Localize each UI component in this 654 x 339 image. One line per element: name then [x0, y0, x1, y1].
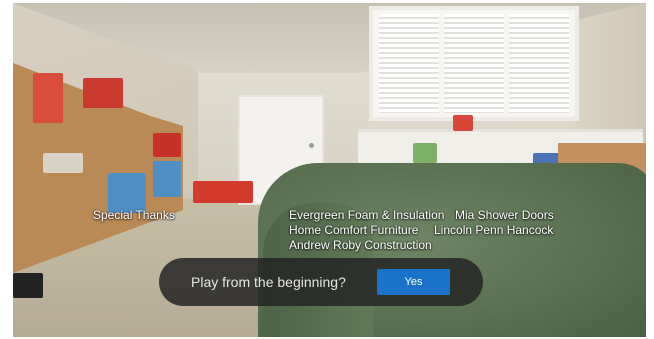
yes-button[interactable]: Yes [377, 269, 450, 295]
credit-sponsor: Lincoln Penn Hancock [434, 223, 554, 237]
scene-window [369, 6, 579, 121]
credit-sponsor: Evergreen Foam & Insulation [289, 208, 445, 222]
credit-special-thanks: Special Thanks [93, 208, 175, 222]
scene-bin [108, 173, 146, 213]
window-shutter [444, 14, 504, 113]
scene-toy [413, 143, 437, 163]
scene-bin [153, 133, 181, 157]
scene-bin [153, 161, 181, 197]
scene-toy [83, 78, 123, 108]
scene-fire-truck [193, 181, 253, 203]
scene-toy [13, 273, 43, 298]
dialog-message: Play from the beginning? [191, 274, 346, 290]
credit-sponsor: Home Comfort Furniture [289, 223, 419, 237]
scene-toy [33, 73, 63, 123]
window-shutter [509, 14, 569, 113]
play-from-beginning-dialog: Play from the beginning? Yes [159, 258, 483, 306]
window-shutter [379, 14, 439, 113]
credit-sponsor: Andrew Roby Construction [289, 238, 432, 252]
scene-toy [43, 153, 83, 173]
credit-sponsor: Mia Shower Doors [455, 208, 554, 222]
scene-toy [453, 115, 473, 131]
